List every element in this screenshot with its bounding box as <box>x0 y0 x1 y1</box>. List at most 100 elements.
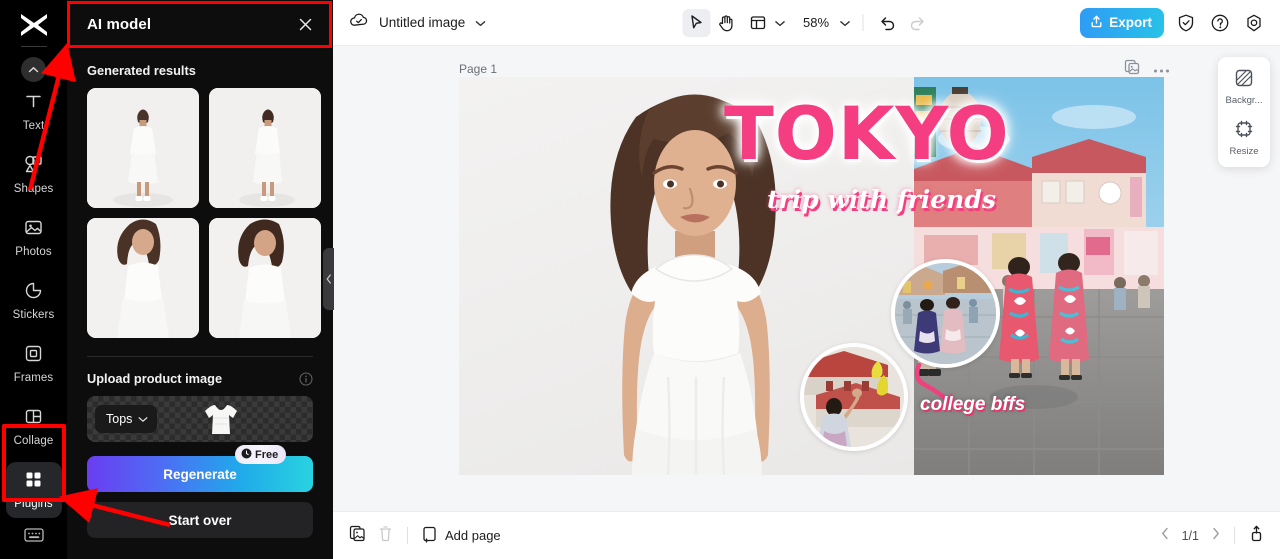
product-thumbnail <box>197 403 245 437</box>
document-title[interactable]: Untitled image <box>379 15 465 30</box>
upload-export-icon <box>1089 14 1104 32</box>
result-thumbnail[interactable] <box>209 88 321 208</box>
capcut-logo-icon[interactable] <box>17 10 51 40</box>
prev-page-button[interactable] <box>1161 527 1169 545</box>
duplicate-icon[interactable] <box>349 525 366 547</box>
canvas-area[interactable]: Page 1 <box>333 46 1280 511</box>
export-page-icon[interactable] <box>1249 525 1264 547</box>
capcut-editor-window: Text Shapes Photos Stickers <box>0 0 1280 559</box>
resize-crop-icon <box>1234 119 1254 142</box>
generated-results-title: Generated results <box>87 63 313 78</box>
panel-divider <box>87 356 313 357</box>
sidebar-item-plugins[interactable]: Plugins <box>6 462 62 518</box>
left-sidebar: Text Shapes Photos Stickers <box>0 0 67 559</box>
undo-arrow-icon <box>878 15 896 31</box>
category-select[interactable]: Tops <box>95 405 157 433</box>
chevron-left-icon <box>326 274 332 284</box>
start-over-button[interactable]: Start over <box>87 502 313 538</box>
resize-button[interactable]: Resize <box>1218 119 1270 157</box>
result-thumbnail[interactable] <box>209 218 321 338</box>
bottom-divider-right <box>1234 527 1235 544</box>
upload-section-header: Upload product image <box>87 371 313 386</box>
toolbar-left-group: Untitled image <box>349 12 486 33</box>
chevron-down-icon <box>138 412 148 426</box>
sidebar-item-collage[interactable]: Collage <box>6 399 62 455</box>
layout-panels-icon <box>750 14 767 31</box>
product-image-upload-box[interactable]: Tops <box>87 396 313 442</box>
design-headline-tokyo[interactable]: TOKYO <box>724 98 1010 171</box>
design-circle-photo-kimono-street[interactable] <box>891 259 1000 368</box>
page-label: Page 1 <box>459 62 497 76</box>
add-page-label: Add page <box>445 528 501 543</box>
category-value: Tops <box>106 412 132 426</box>
photo-icon <box>23 217 44 243</box>
background-pattern-icon <box>1234 68 1254 91</box>
info-circle-icon[interactable] <box>299 372 313 386</box>
background-button[interactable]: Backgr... <box>1218 68 1270 106</box>
sidebar-item-text[interactable]: Text <box>6 84 62 140</box>
page-counter: 1/1 <box>1182 529 1199 543</box>
sidebar-item-label: Stickers <box>13 310 55 322</box>
panel-body: Generated results Upload product image <box>67 48 333 559</box>
free-badge: Free <box>235 445 286 464</box>
zoom-level-value: 58% <box>801 15 831 30</box>
free-badge-label: Free <box>255 449 278 461</box>
more-horizontal-icon[interactable] <box>1153 61 1170 79</box>
export-button[interactable]: Export <box>1080 8 1164 38</box>
gear-settings-icon[interactable] <box>1242 11 1266 35</box>
toolbar-center-tools: 58% <box>682 9 931 37</box>
cursor-arrow-icon <box>688 14 705 31</box>
layout-tool-button[interactable] <box>742 9 787 37</box>
keyboard-shortcuts-icon[interactable] <box>23 526 45 549</box>
sidebar-item-photos[interactable]: Photos <box>6 210 62 266</box>
question-circle-icon[interactable] <box>1208 11 1232 35</box>
canvas-side-panel: Backgr... Resize <box>1218 57 1270 167</box>
bottom-divider <box>407 527 408 544</box>
export-label: Export <box>1109 15 1152 30</box>
add-page-button[interactable]: Add page <box>422 526 501 546</box>
close-x-icon[interactable] <box>295 14 315 34</box>
grid-squares-icon <box>23 469 44 495</box>
design-artboard[interactable]: TOKYO trip with friends college bffs <box>459 77 1164 475</box>
trash-icon[interactable] <box>378 525 393 547</box>
chevron-down-icon <box>839 14 850 32</box>
top-toolbar: Untitled image <box>333 0 1280 46</box>
ai-model-panel: AI model Generated results <box>67 0 333 559</box>
chevron-down-icon <box>774 14 785 32</box>
sidebar-item-stickers[interactable]: Stickers <box>6 273 62 329</box>
generated-results-grid <box>87 88 313 338</box>
result-thumbnail[interactable] <box>87 88 199 208</box>
design-caption-bffs[interactable]: college bffs <box>920 394 1025 416</box>
collage-icon <box>23 406 44 432</box>
redo-button[interactable] <box>903 9 931 37</box>
panel-collapse-handle[interactable] <box>323 248 334 310</box>
text-t-icon <box>23 91 44 117</box>
shapes-icon <box>23 154 44 180</box>
sidebar-scroll-up-button[interactable] <box>21 57 46 82</box>
page-navigation: 1/1 <box>1161 525 1264 547</box>
next-page-button[interactable] <box>1212 527 1220 545</box>
regenerate-label: Regenerate <box>163 467 237 482</box>
regenerate-button[interactable]: Regenerate Free <box>87 456 313 492</box>
frame-icon <box>23 343 44 369</box>
sidebar-item-shapes[interactable]: Shapes <box>6 147 62 203</box>
clock-icon <box>241 448 252 462</box>
cloud-saved-icon[interactable] <box>349 12 369 33</box>
hand-tool-button[interactable] <box>712 9 740 37</box>
sticker-icon <box>23 280 44 306</box>
toolbar-divider <box>862 14 863 31</box>
result-thumbnail[interactable] <box>87 218 199 338</box>
design-subhead-trip[interactable]: trip with friends <box>767 185 996 214</box>
sidebar-item-label: Collage <box>14 436 54 448</box>
background-label: Backgr... <box>1226 95 1263 106</box>
shield-check-icon[interactable] <box>1174 11 1198 35</box>
design-circle-photo-temple[interactable] <box>800 343 908 451</box>
chevron-down-icon[interactable] <box>475 14 486 32</box>
undo-button[interactable] <box>873 9 901 37</box>
sidebar-item-frames[interactable]: Frames <box>6 336 62 392</box>
panel-title: AI model <box>87 16 151 33</box>
zoom-control[interactable]: 58% <box>799 14 852 32</box>
sidebar-item-label: Shapes <box>14 184 54 196</box>
main-area: Untitled image <box>333 0 1280 559</box>
select-tool-button[interactable] <box>682 9 710 37</box>
